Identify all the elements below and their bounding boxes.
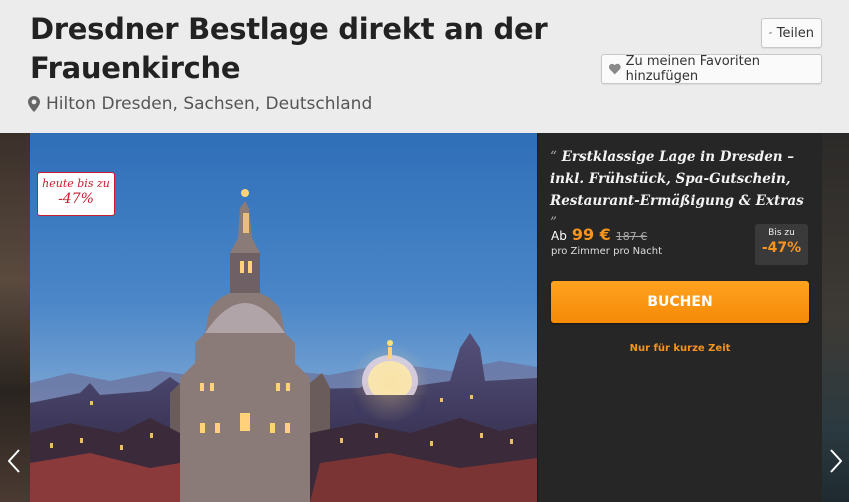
price-prefix: Ab — [551, 229, 567, 243]
price-row: Ab 99 € 187 € — [551, 225, 647, 244]
add-favorite-button[interactable]: Zu meinen Favoriten hinzufügen — [601, 54, 822, 84]
next-image-button[interactable] — [826, 443, 846, 479]
share-label: Teilen — [776, 25, 814, 41]
badge-label: heute bis zu — [42, 177, 110, 190]
urgency-note: Nur für kurze Zeit — [629, 343, 731, 354]
location: Hilton Dresden, Sachsen, Deutschland — [28, 94, 372, 114]
book-button[interactable]: BUCHEN — [551, 281, 809, 323]
quote-open: “ — [550, 149, 557, 165]
discount-box: Bis zu -47% — [755, 224, 808, 265]
heart-icon — [609, 63, 621, 75]
page-title: Dresdner Bestlage direkt an der Frauenki… — [30, 12, 548, 85]
old-price: 187 € — [615, 230, 648, 243]
current-price: 99 € — [571, 225, 611, 244]
offer-quote: “ Erstklassige Lage in Dresden – inkl. F… — [550, 146, 812, 234]
favorite-label: Zu meinen Favoriten hinzufügen — [625, 54, 760, 84]
map-pin-icon — [28, 96, 40, 112]
share-icon — [769, 31, 772, 35]
share-button[interactable]: Teilen — [761, 18, 822, 48]
quote-text: Erstklassige Lage in Dresden – inkl. Frü… — [550, 149, 804, 209]
offer-header: Dresdner Bestlage direkt an der Frauenki… — [0, 0, 849, 133]
discount-label: Bis zu — [768, 228, 795, 238]
badge-value: -47% — [58, 191, 94, 207]
price-unit: pro Zimmer pro Nacht — [551, 246, 662, 257]
previous-image-button[interactable] — [4, 443, 24, 479]
location-text: Hilton Dresden, Sachsen, Deutschland — [46, 94, 373, 114]
chevron-left-icon — [8, 449, 20, 473]
discount-badge: heute bis zu -47% — [37, 172, 115, 216]
discount-value: -47% — [761, 240, 802, 256]
chevron-right-icon — [830, 449, 842, 473]
